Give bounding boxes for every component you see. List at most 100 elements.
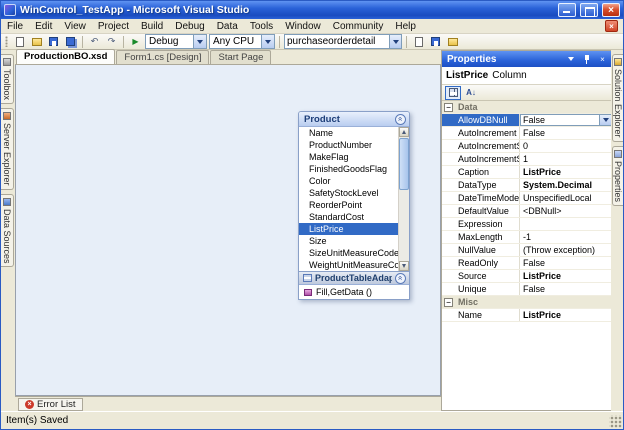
toolbar-extra-icon[interactable] — [411, 35, 426, 48]
left-dock-tab[interactable]: Server Explorer — [1, 108, 14, 190]
property-row[interactable]: −AutoIncrementStep 1 — [442, 153, 612, 166]
document-tab[interactable]: Start Page — [210, 50, 272, 64]
menu-item[interactable]: Debug — [169, 19, 210, 34]
resize-grip[interactable] — [609, 415, 622, 428]
property-value[interactable]: ListPrice — [520, 270, 612, 282]
find-combo[interactable] — [284, 34, 402, 49]
redo-icon[interactable]: ↷ — [104, 35, 119, 48]
property-value[interactable]: 1 — [520, 153, 612, 165]
scroll-down-icon[interactable] — [399, 261, 409, 271]
new-file-icon[interactable] — [12, 35, 27, 48]
chevron-down-icon[interactable] — [261, 35, 274, 48]
left-dock-tab[interactable]: Toolbox — [1, 54, 14, 105]
menu-item[interactable]: Data — [211, 19, 244, 34]
error-list-tab[interactable]: × Error List — [18, 397, 83, 411]
property-value[interactable]: (Throw exception) — [520, 244, 612, 256]
property-row[interactable]: −Expression — [442, 218, 612, 231]
collapse-chevron-icon[interactable]: « — [395, 272, 406, 284]
property-row[interactable]: − Misc — [442, 296, 612, 309]
solution-configuration-combo[interactable]: Debug — [145, 34, 207, 49]
scroll-up-icon[interactable] — [399, 127, 409, 137]
menu-item[interactable]: Community — [327, 19, 390, 34]
menu-item[interactable]: Help — [389, 19, 422, 34]
close-panel-icon[interactable]: × — [596, 53, 609, 65]
property-value[interactable]: False — [520, 127, 612, 139]
scrollbar-thumb[interactable] — [399, 138, 409, 190]
menu-item[interactable]: Tools — [244, 19, 279, 34]
property-value[interactable]: False — [520, 283, 612, 295]
product-column-row[interactable]: MakeFlag — [299, 151, 398, 163]
property-value[interactable]: False — [520, 114, 612, 126]
toolbar-extra-icon[interactable] — [428, 35, 443, 48]
product-column-row[interactable]: StandardCost — [299, 211, 398, 223]
property-value[interactable]: ListPrice — [520, 309, 612, 321]
right-dock-tab[interactable]: Properties — [612, 145, 623, 206]
product-column-row[interactable]: FinishedGoodsFlag — [299, 163, 398, 175]
pin-icon[interactable] — [580, 53, 593, 65]
property-value[interactable]: System.Decimal — [520, 179, 612, 191]
product-column-row[interactable]: ProductNumber — [299, 139, 398, 151]
product-column-row[interactable]: Name — [299, 127, 398, 139]
property-value[interactable]: -1 — [520, 231, 612, 243]
dropdown-arrow-icon[interactable] — [599, 115, 611, 125]
product-column-row[interactable]: SizeUnitMeasureCode — [299, 247, 398, 259]
menu-item[interactable]: Build — [135, 19, 169, 34]
undo-icon[interactable]: ↶ — [87, 35, 102, 48]
chevron-down-icon[interactable] — [193, 35, 206, 48]
document-tab[interactable]: Form1.cs [Design] — [116, 50, 210, 64]
left-dock-tab[interactable]: Data Sources — [1, 193, 14, 268]
collapse-icon[interactable]: − — [444, 298, 453, 307]
product-table-header[interactable]: Product « — [299, 112, 409, 127]
product-column-row[interactable]: SafetyStockLevel — [299, 187, 398, 199]
menu-item[interactable]: Window — [279, 19, 327, 34]
find-input[interactable] — [285, 35, 390, 48]
menu-item[interactable]: File — [1, 19, 29, 34]
close-button[interactable]: × — [602, 3, 620, 17]
property-row[interactable]: −AllowDBNull False — [442, 114, 612, 127]
property-value[interactable]: 0 — [520, 140, 612, 152]
property-row[interactable]: −Name ListPrice — [442, 309, 612, 322]
property-row[interactable]: −NullValue (Throw exception) — [442, 244, 612, 257]
chevron-down-icon[interactable] — [389, 35, 401, 48]
property-value[interactable]: False — [520, 257, 612, 269]
open-file-icon[interactable] — [29, 35, 44, 48]
product-column-row[interactable]: ListPrice — [299, 223, 398, 235]
categorized-icon[interactable] — [445, 85, 461, 100]
adapter-method-row[interactable]: Fill,GetData () — [299, 285, 409, 299]
start-debug-icon[interactable]: ▶ — [128, 35, 143, 48]
property-row[interactable]: −DataType System.Decimal — [442, 179, 612, 192]
toolbar-extra-icon[interactable] — [445, 35, 460, 48]
property-value[interactable]: <DBNull> — [520, 205, 612, 217]
property-row[interactable]: −DefaultValue <DBNull> — [442, 205, 612, 218]
menu-item[interactable]: Edit — [29, 19, 58, 34]
window-menu-icon[interactable] — [564, 53, 577, 65]
properties-header[interactable]: Properties × — [442, 51, 612, 67]
collapse-chevron-icon[interactable]: « — [395, 113, 406, 125]
maximize-button[interactable] — [580, 3, 598, 17]
menu-item[interactable]: View — [58, 19, 92, 34]
property-row[interactable]: −AutoIncrementSeed 0 — [442, 140, 612, 153]
product-column-row[interactable]: Color — [299, 175, 398, 187]
property-row[interactable]: − Data — [442, 101, 612, 114]
property-row[interactable]: −MaxLength -1 — [442, 231, 612, 244]
minimize-button[interactable] — [558, 3, 576, 17]
menu-close-icon[interactable]: × — [605, 20, 618, 32]
property-row[interactable]: −AutoIncrement False — [442, 127, 612, 140]
property-value[interactable] — [520, 218, 612, 230]
property-row[interactable]: −Source ListPrice — [442, 270, 612, 283]
property-value[interactable]: UnspecifiedLocal — [520, 192, 612, 204]
product-column-row[interactable]: Size — [299, 235, 398, 247]
property-row[interactable]: −Caption ListPrice — [442, 166, 612, 179]
property-row[interactable]: −Unique False — [442, 283, 612, 296]
property-row[interactable]: −ReadOnly False — [442, 257, 612, 270]
save-all-icon[interactable] — [63, 35, 78, 48]
solution-platform-combo[interactable]: Any CPU — [209, 34, 275, 49]
collapse-icon[interactable]: − — [444, 103, 453, 112]
toolbar-grip[interactable] — [5, 36, 8, 47]
product-scrollbar[interactable] — [398, 127, 409, 271]
document-tab[interactable]: ProductionBO.xsd — [16, 49, 116, 64]
property-value[interactable]: ListPrice — [520, 166, 612, 178]
right-dock-tab[interactable]: Solution Explorer — [612, 54, 623, 142]
alphabetical-sort-icon[interactable]: A↓ — [463, 86, 479, 100]
table-adapter-header[interactable]: ProductTableAdapter « — [299, 271, 409, 285]
